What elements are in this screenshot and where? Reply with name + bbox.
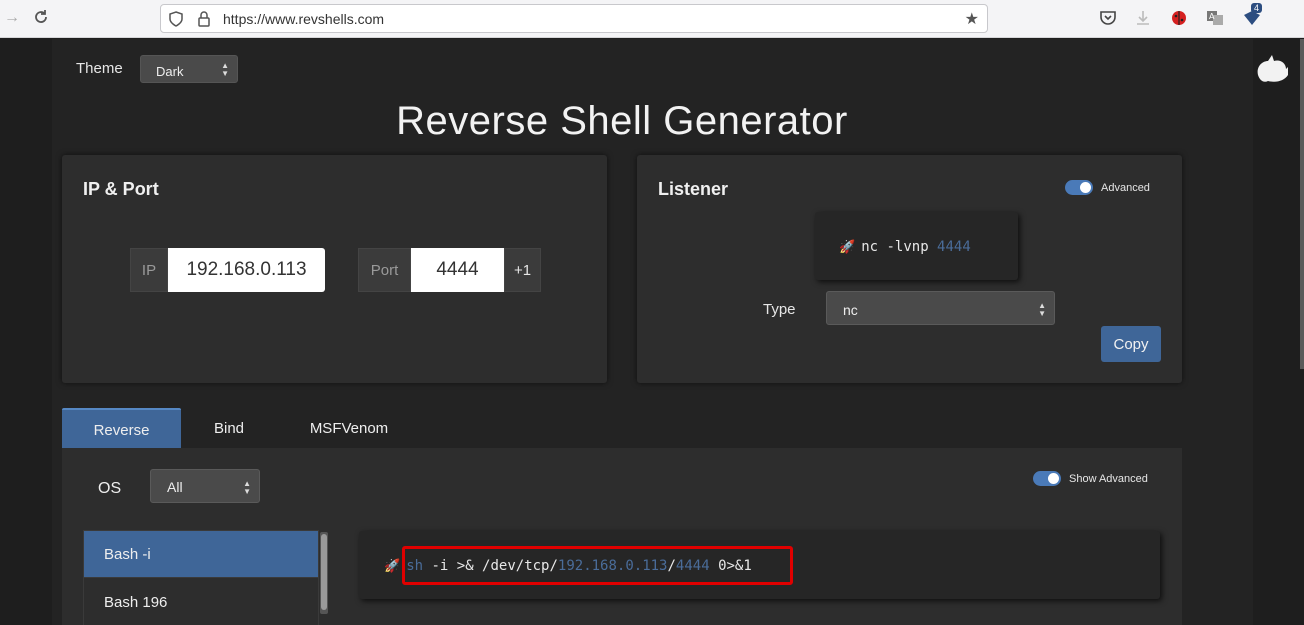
theme-select[interactable]: Dark ▲ ▼	[140, 55, 238, 83]
advanced-label: Advanced	[1101, 182, 1150, 194]
listener-type-select[interactable]: nc ▲ ▼	[826, 291, 1055, 325]
url-text[interactable]: https://www.revshells.com	[223, 11, 384, 27]
show-advanced-label: Show Advanced	[1069, 473, 1148, 485]
forward-icon[interactable]: →	[4, 9, 20, 27]
ip-input[interactable]: 192.168.0.113	[168, 248, 325, 292]
address-bar[interactable]: https://www.revshells.com ★	[160, 4, 988, 33]
rocket-icon: 🚀	[384, 559, 401, 574]
bookmark-star-icon[interactable]: ★	[965, 9, 979, 29]
download-icon[interactable]	[1134, 9, 1152, 27]
page: Theme Dark ▲ ▼ Reverse Shell Generator IP…	[0, 39, 1304, 625]
notification-badge: 4	[1251, 3, 1263, 13]
svg-text:A: A	[1209, 12, 1215, 21]
theme-selected-value: Dark	[156, 64, 184, 79]
listener-command-box[interactable]: 🚀 nc -lvnp 4444	[815, 212, 1018, 280]
select-arrows-icon: ▲ ▼	[243, 479, 251, 496]
tab-msfvenom[interactable]: MSFVenom	[293, 408, 405, 448]
shell-list: Bash -i Bash 196	[83, 530, 319, 625]
page-scrollbar[interactable]	[1300, 39, 1304, 625]
ip-port-title: IP & Port	[83, 179, 159, 199]
listener-command: nc -lvnp 4444	[861, 239, 971, 255]
browser-toolbar: → https://www.revshells.com ★ A 4	[0, 0, 1304, 38]
pocket-icon[interactable]	[1099, 9, 1117, 27]
os-label: OS	[98, 480, 122, 497]
tab-reverse[interactable]: Reverse	[62, 408, 181, 448]
lock-icon[interactable]	[197, 11, 211, 27]
tab-bind[interactable]: Bind	[190, 408, 268, 448]
shell-list-scrollbar[interactable]	[320, 532, 328, 614]
listener-type-value: nc	[843, 302, 858, 318]
select-arrows-icon: ▲ ▼	[221, 61, 229, 78]
os-select[interactable]: All ▲ ▼	[150, 469, 260, 503]
reload-icon[interactable]	[33, 9, 49, 30]
advanced-toggle[interactable]	[1065, 180, 1093, 195]
page-title: Reverse Shell Generator	[396, 99, 848, 143]
list-item[interactable]: Bash 196	[84, 579, 318, 625]
select-arrows-icon: ▲ ▼	[1038, 301, 1046, 318]
os-selected-value: All	[167, 479, 183, 495]
port-increment-button[interactable]: +1	[504, 248, 541, 292]
ip-addon-label: IP	[130, 248, 168, 292]
show-advanced-toggle[interactable]	[1033, 471, 1061, 486]
rocket-icon: 🚀	[839, 240, 856, 255]
cat-logo-icon	[1254, 53, 1290, 87]
shield-icon[interactable]	[169, 11, 183, 27]
listener-title: Listener	[658, 179, 729, 199]
highlight-annotation	[402, 546, 793, 585]
port-input[interactable]: 4444	[411, 248, 504, 292]
theme-label: Theme	[76, 60, 123, 77]
type-label: Type	[763, 301, 796, 318]
copy-button[interactable]: Copy	[1101, 326, 1161, 362]
ladybug-extension-icon[interactable]	[1170, 9, 1188, 27]
port-addon-label: Port	[358, 248, 411, 292]
extension-badge-icon[interactable]: 4	[1242, 3, 1263, 27]
translate-icon[interactable]: A	[1206, 9, 1224, 27]
list-item[interactable]: Bash -i	[84, 531, 318, 578]
